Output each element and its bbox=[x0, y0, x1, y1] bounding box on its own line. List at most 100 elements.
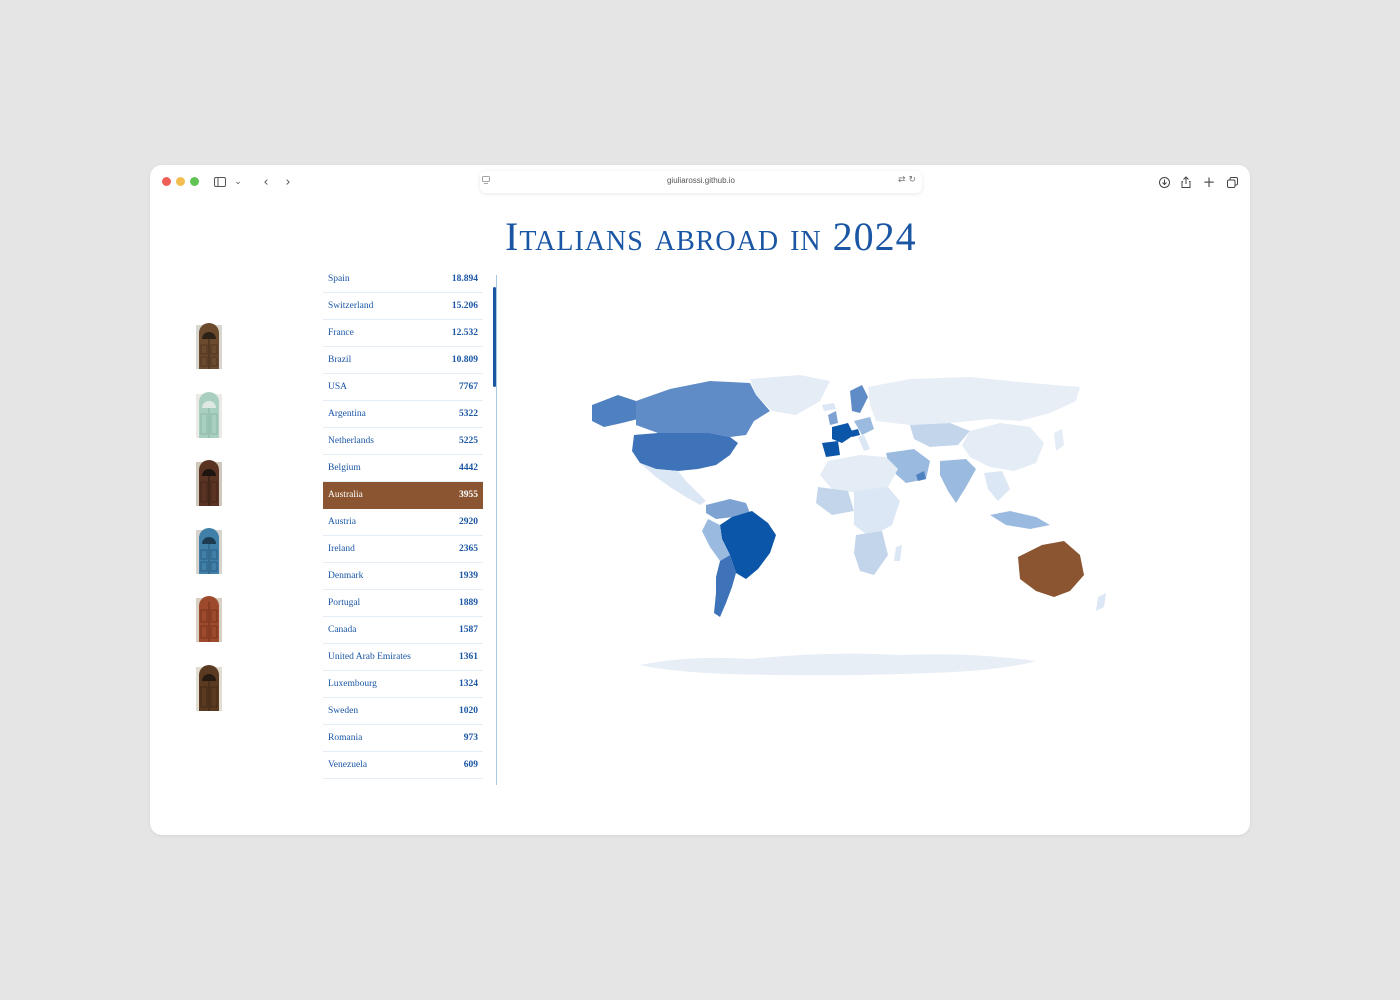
country-scandinavia[interactable] bbox=[850, 385, 868, 413]
browser-toolbar: ⌄ ‹ › giuliarossi.github.io ⇄ ↻ + bbox=[150, 165, 1250, 199]
country-name: Denmark bbox=[328, 571, 364, 581]
country-value: 1020 bbox=[459, 706, 478, 716]
country-value: 10.809 bbox=[451, 355, 478, 365]
country-row[interactable]: Luxembourg 1324 bbox=[323, 671, 483, 698]
country-name: Sweden bbox=[328, 706, 359, 716]
download-icon[interactable] bbox=[1156, 173, 1172, 191]
forward-arrow-icon[interactable]: › bbox=[280, 173, 296, 191]
country-iceland[interactable] bbox=[822, 403, 836, 411]
chevron-down-icon[interactable]: ⌄ bbox=[232, 173, 244, 191]
country-value: 1889 bbox=[459, 598, 478, 608]
country-value: 2920 bbox=[459, 517, 478, 527]
country-value: 973 bbox=[463, 733, 478, 743]
country-row[interactable]: Sweden 1020 bbox=[323, 698, 483, 725]
country-name: Portugal bbox=[328, 598, 361, 608]
new-tab-icon[interactable]: + bbox=[1201, 173, 1217, 191]
country-row[interactable]: Netherlands 5225 bbox=[323, 428, 483, 455]
country-spain[interactable] bbox=[822, 441, 840, 457]
country-name: Spain bbox=[328, 274, 350, 284]
browser-window: ⌄ ‹ › giuliarossi.github.io ⇄ ↻ + Italia… bbox=[150, 165, 1250, 835]
sidebar-toggle-icon[interactable] bbox=[212, 173, 228, 191]
country-value: 7767 bbox=[459, 382, 478, 392]
country-row[interactable]: Argentina 5322 bbox=[323, 401, 483, 428]
country-china[interactable] bbox=[962, 423, 1044, 471]
country-value: 12.532 bbox=[451, 328, 478, 338]
country-name: Australia bbox=[328, 490, 363, 500]
country-new-zealand[interactable] bbox=[1096, 593, 1106, 611]
country-value: 609 bbox=[463, 760, 478, 770]
country-value: 2365 bbox=[459, 544, 478, 554]
page-title: Italians abroad in 2024 bbox=[505, 214, 917, 259]
country-canada[interactable] bbox=[636, 381, 770, 437]
close-window-button[interactable] bbox=[162, 177, 171, 186]
world-map[interactable] bbox=[570, 365, 1150, 705]
country-antarctica[interactable] bbox=[640, 653, 1036, 676]
country-name: Belgium bbox=[328, 463, 361, 473]
country-row[interactable]: Austria 2920 bbox=[323, 509, 483, 536]
country-value: 1939 bbox=[459, 571, 478, 581]
country-value: 5225 bbox=[459, 436, 478, 446]
country-row[interactable]: Portugal 1889 bbox=[323, 590, 483, 617]
country-row[interactable]: France 12.532 bbox=[323, 320, 483, 347]
country-southeast-asia[interactable] bbox=[984, 471, 1010, 501]
country-name: Switzerland bbox=[328, 301, 374, 311]
door-image[interactable] bbox=[195, 522, 223, 574]
tab-overview-icon[interactable] bbox=[1224, 173, 1240, 191]
country-row[interactable]: Australia 3955 bbox=[323, 482, 483, 509]
country-russia[interactable] bbox=[868, 377, 1080, 425]
country-value: 15.206 bbox=[451, 301, 478, 311]
country-row[interactable]: Spain 18.894 bbox=[323, 266, 483, 293]
country-row[interactable]: Romania 973 bbox=[323, 725, 483, 752]
country-italy[interactable] bbox=[858, 435, 870, 451]
door-image[interactable] bbox=[195, 659, 223, 711]
country-row[interactable]: Denmark 1939 bbox=[323, 563, 483, 590]
country-name: Brazil bbox=[328, 355, 352, 365]
country-value: 1324 bbox=[459, 679, 478, 689]
country-uk[interactable] bbox=[828, 411, 838, 425]
country-name: Austria bbox=[328, 517, 356, 527]
country-name: France bbox=[328, 328, 354, 338]
address-bar[interactable]: giuliarossi.github.io ⇄ ↻ bbox=[480, 171, 922, 193]
country-row[interactable]: Canada 1587 bbox=[323, 617, 483, 644]
url-text: giuliarossi.github.io bbox=[666, 176, 736, 185]
country-name: Venezuela bbox=[328, 760, 368, 770]
country-name: Argentina bbox=[328, 409, 366, 419]
country-value: 5322 bbox=[459, 409, 478, 419]
door-image[interactable] bbox=[195, 317, 223, 369]
country-row[interactable]: United Arab Emirates 1361 bbox=[323, 644, 483, 671]
country-alaska[interactable] bbox=[592, 395, 638, 427]
country-kazakhstan[interactable] bbox=[910, 423, 970, 447]
country-name: United Arab Emirates bbox=[328, 652, 411, 662]
country-name: Luxembourg bbox=[328, 679, 377, 689]
minimize-window-button[interactable] bbox=[176, 177, 185, 186]
country-list: Spain 18.894 Switzerland 15.206 France 12.532… bbox=[323, 266, 483, 779]
country-madagascar[interactable] bbox=[894, 545, 902, 561]
country-indonesia[interactable] bbox=[990, 511, 1050, 529]
country-central-africa[interactable] bbox=[854, 487, 900, 537]
list-scrollbar[interactable] bbox=[493, 287, 496, 387]
country-row[interactable]: Switzerland 15.206 bbox=[323, 293, 483, 320]
country-japan[interactable] bbox=[1054, 429, 1064, 451]
country-australia[interactable] bbox=[1018, 541, 1084, 597]
country-name: USA bbox=[328, 382, 348, 392]
maximize-window-button[interactable] bbox=[190, 177, 199, 186]
door-image[interactable] bbox=[195, 590, 223, 642]
door-image[interactable] bbox=[195, 386, 223, 438]
country-south-africa[interactable] bbox=[854, 531, 888, 575]
country-argentina[interactable] bbox=[714, 555, 736, 617]
country-row[interactable]: USA 7767 bbox=[323, 374, 483, 401]
country-value: 1361 bbox=[459, 652, 478, 662]
country-row[interactable]: Venezuela 609 bbox=[323, 752, 483, 779]
door-image[interactable] bbox=[195, 454, 223, 506]
country-row[interactable]: Belgium 4442 bbox=[323, 455, 483, 482]
list-scroll-track[interactable] bbox=[496, 275, 497, 785]
country-usa[interactable] bbox=[632, 433, 738, 471]
country-row[interactable]: Brazil 10.809 bbox=[323, 347, 483, 374]
country-india[interactable] bbox=[940, 459, 976, 503]
country-name: Netherlands bbox=[328, 436, 374, 446]
country-row[interactable]: Ireland 2365 bbox=[323, 536, 483, 563]
country-value: 4442 bbox=[459, 463, 478, 473]
back-arrow-icon[interactable]: ‹ bbox=[258, 173, 274, 191]
translate-icon[interactable]: ⇄ ↻ bbox=[898, 175, 916, 185]
share-icon[interactable] bbox=[1178, 173, 1194, 191]
